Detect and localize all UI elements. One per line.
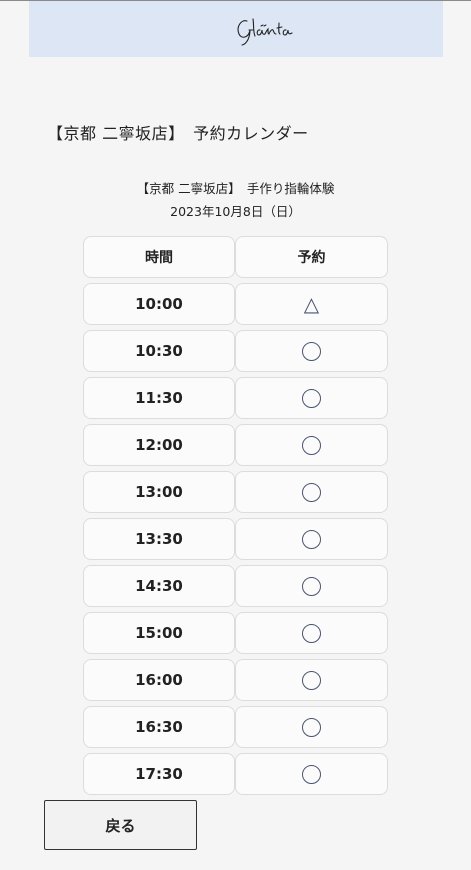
time-slot-label: 11:30 bbox=[83, 377, 235, 419]
table-row: 10:00 △ bbox=[83, 283, 388, 325]
time-slot-label: 10:30 bbox=[83, 330, 235, 372]
available-circle-icon[interactable] bbox=[302, 576, 321, 596]
time-slot-label: 17:30 bbox=[83, 753, 235, 795]
course-title: 【京都 二寧坂店】 手作り指輪体験 bbox=[136, 181, 335, 196]
reservation-cell[interactable] bbox=[235, 471, 388, 513]
reservation-cell[interactable]: △ bbox=[235, 283, 388, 325]
table-row: 15:00 bbox=[83, 612, 388, 654]
time-slot-label: 12:00 bbox=[83, 424, 235, 466]
time-slot-label: 10:00 bbox=[83, 283, 235, 325]
column-header-time: 時間 bbox=[83, 236, 235, 278]
available-circle-icon[interactable] bbox=[302, 717, 321, 737]
table-row: 17:30 bbox=[83, 753, 388, 795]
available-circle-icon[interactable] bbox=[302, 482, 321, 502]
time-slot-label: 16:00 bbox=[83, 659, 235, 701]
time-slot-label: 13:30 bbox=[83, 518, 235, 560]
page-title: 【京都 二寧坂店】 予約カレンダー bbox=[47, 124, 309, 143]
reservation-cell[interactable] bbox=[235, 612, 388, 654]
available-circle-icon[interactable] bbox=[302, 670, 321, 690]
time-slot-label: 15:00 bbox=[83, 612, 235, 654]
table-row: 13:00 bbox=[83, 471, 388, 513]
back-button[interactable]: 戻る bbox=[44, 800, 197, 850]
reservation-cell[interactable] bbox=[235, 753, 388, 795]
reservation-cell[interactable] bbox=[235, 659, 388, 701]
time-slot-label: 14:30 bbox=[83, 565, 235, 607]
table-row: 13:30 bbox=[83, 518, 388, 560]
available-circle-icon[interactable] bbox=[302, 764, 321, 784]
limited-triangle-icon[interactable]: △ bbox=[304, 294, 319, 314]
reservation-cell[interactable] bbox=[235, 565, 388, 607]
available-circle-icon[interactable] bbox=[302, 341, 321, 361]
brand-logo[interactable] bbox=[233, 11, 297, 47]
header-bar bbox=[29, 1, 443, 57]
table-row: 12:00 bbox=[83, 424, 388, 466]
reservation-date: 2023年10月8日（日） bbox=[170, 204, 301, 219]
column-header-reservation: 予約 bbox=[235, 236, 388, 278]
reservation-cell[interactable] bbox=[235, 518, 388, 560]
table-row: 11:30 bbox=[83, 377, 388, 419]
available-circle-icon[interactable] bbox=[302, 529, 321, 549]
time-slot-label: 16:30 bbox=[83, 706, 235, 748]
table-row: 14:30 bbox=[83, 565, 388, 607]
reservation-cell[interactable] bbox=[235, 706, 388, 748]
time-slot-label: 13:00 bbox=[83, 471, 235, 513]
table-row: 10:30 bbox=[83, 330, 388, 372]
table-row: 16:30 bbox=[83, 706, 388, 748]
table-header-row: 時間 予約 bbox=[83, 236, 388, 278]
table-row: 16:00 bbox=[83, 659, 388, 701]
reservation-table: 時間 予約 10:00 △ 10:30 11:30 12:00 13:00 13:30 14:… bbox=[83, 236, 388, 800]
reservation-cell[interactable] bbox=[235, 377, 388, 419]
available-circle-icon[interactable] bbox=[302, 435, 321, 455]
reservation-cell[interactable] bbox=[235, 330, 388, 372]
table-body: 10:00 △ 10:30 11:30 12:00 13:00 13:30 14:30 15:0… bbox=[83, 283, 388, 795]
available-circle-icon[interactable] bbox=[302, 388, 321, 408]
available-circle-icon[interactable] bbox=[302, 623, 321, 643]
reservation-cell[interactable] bbox=[235, 424, 388, 466]
